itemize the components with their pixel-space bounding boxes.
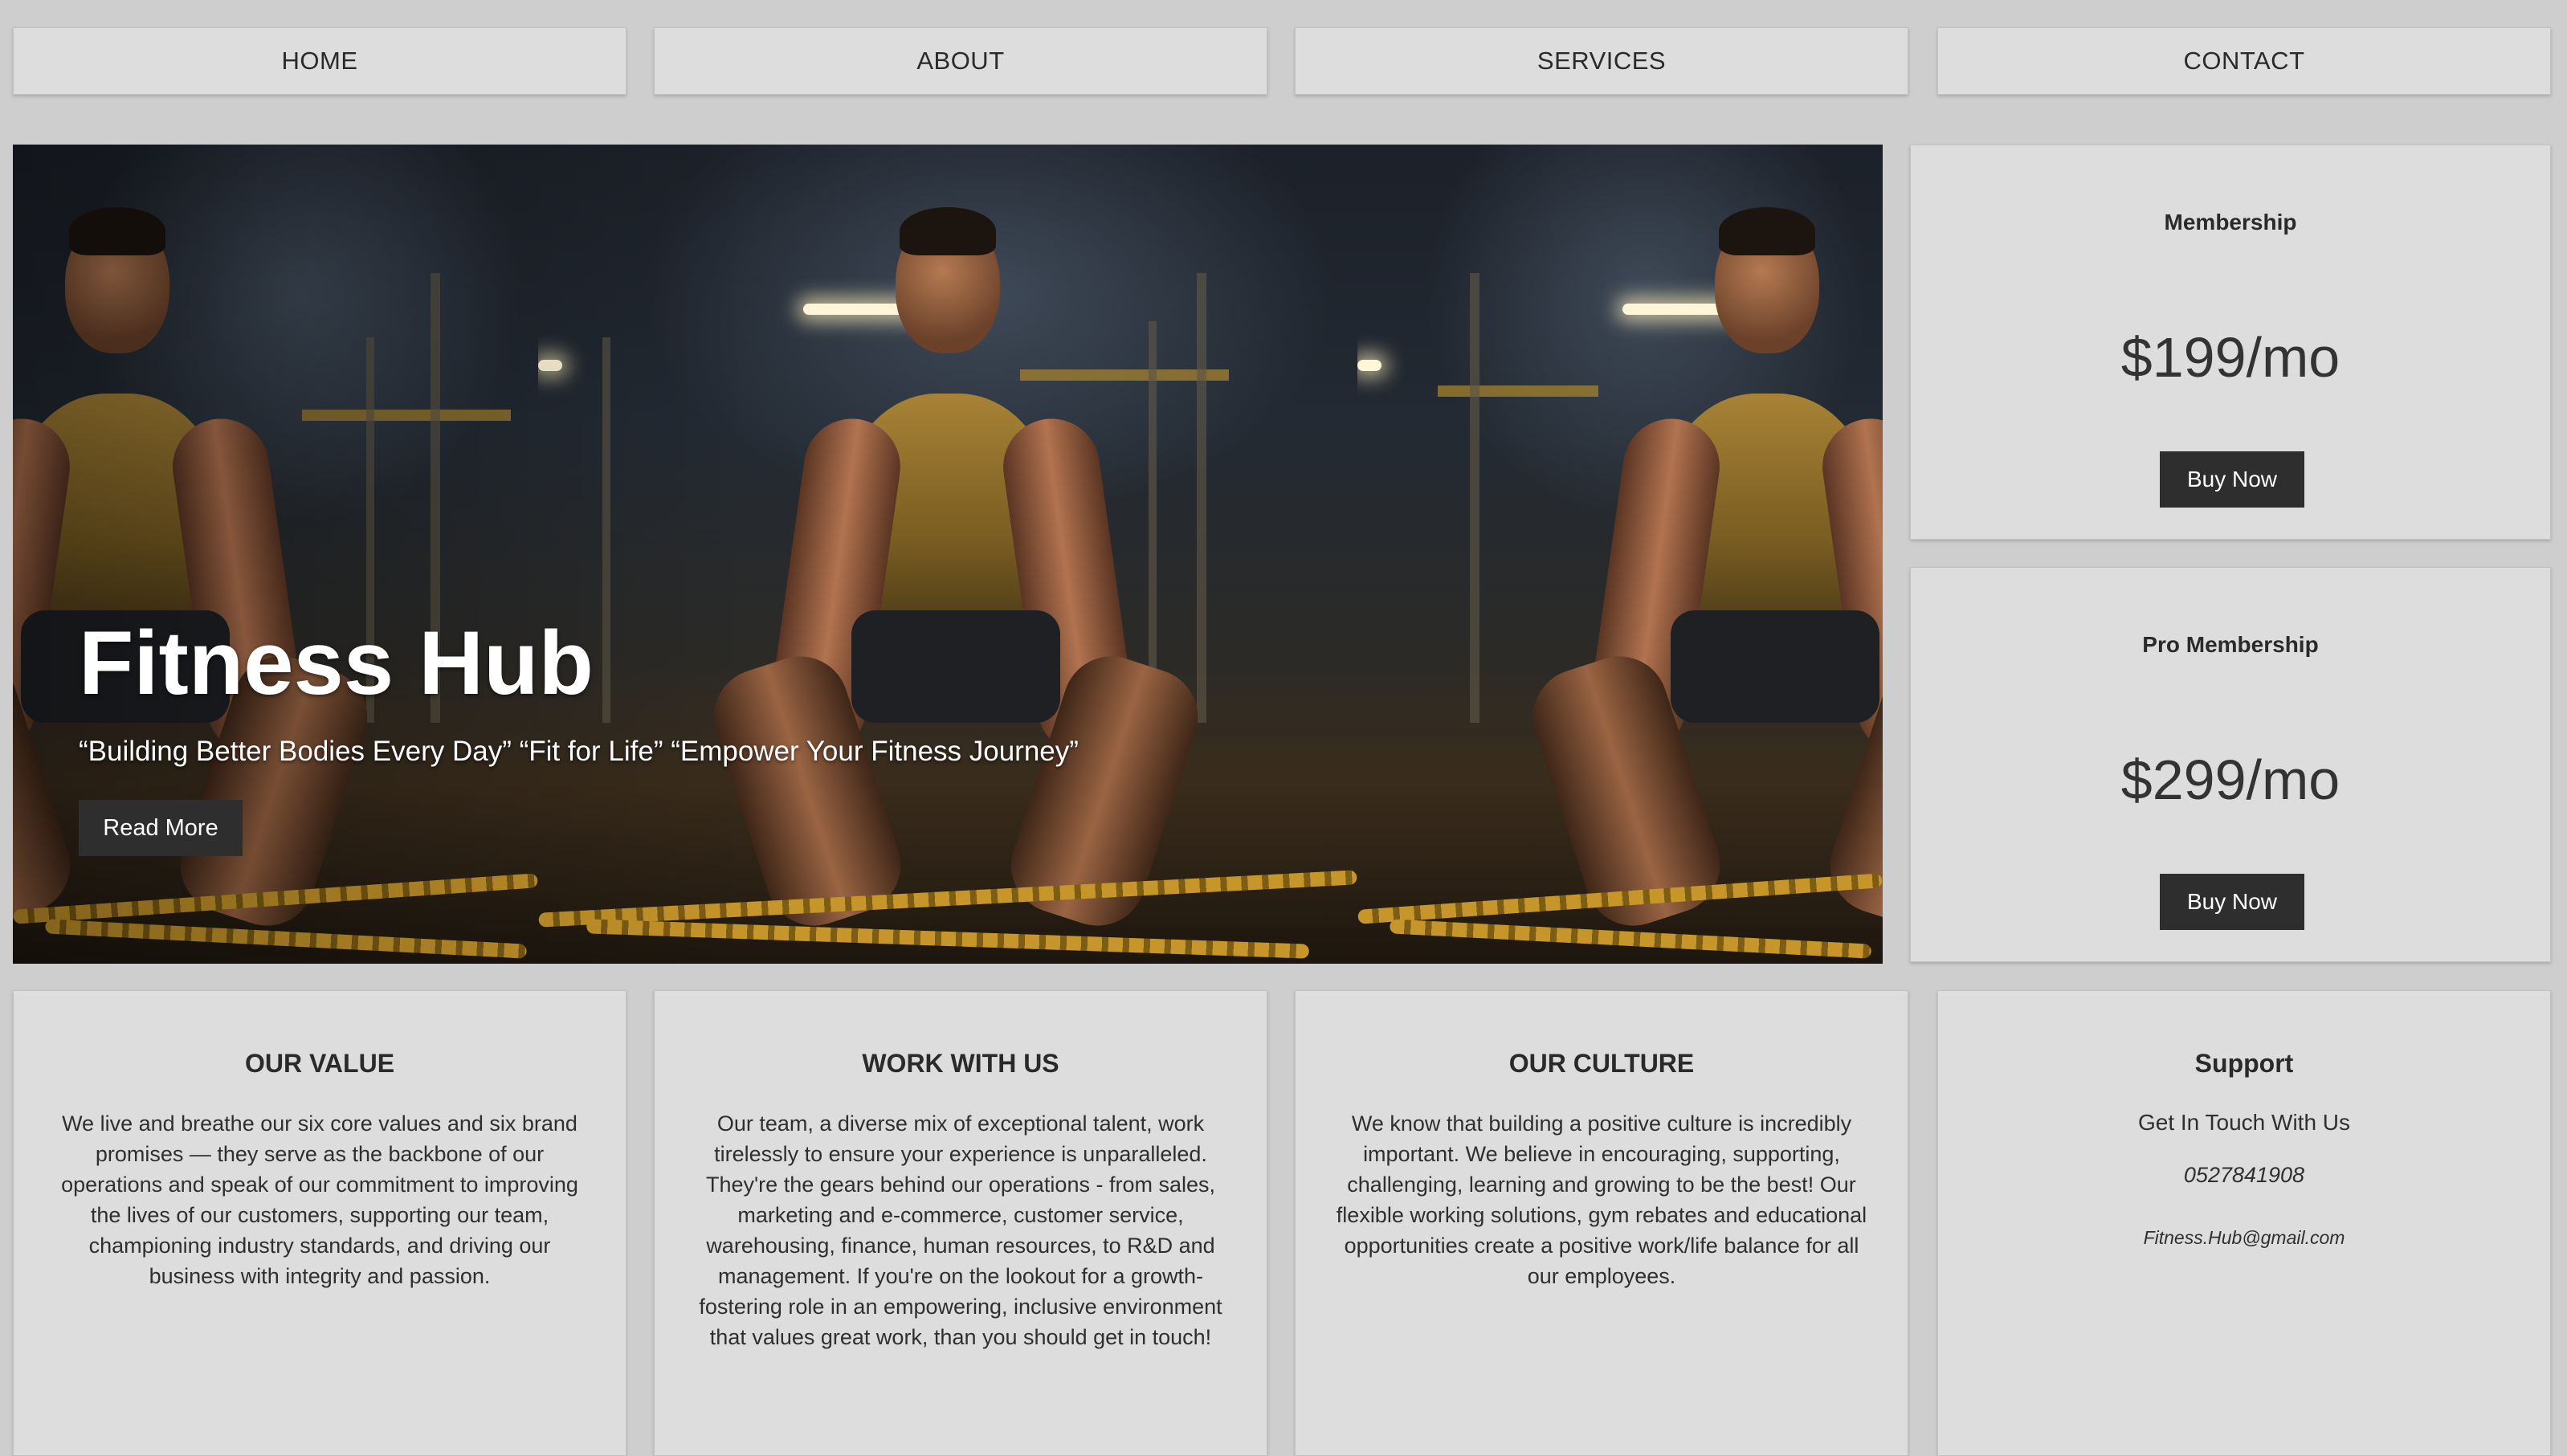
support-email: Fitness.Hub@gmail.com: [2143, 1227, 2345, 1248]
card-title: OUR CULTURE: [1508, 1049, 1695, 1078]
card-title: OUR VALUE: [244, 1049, 395, 1078]
card-our-value: OUR VALUE We live and breathe our six co…: [13, 990, 626, 1456]
plan-price: $199/mo: [2120, 326, 2340, 389]
support-title: Support: [2194, 1049, 2294, 1078]
main-nav: HOME ABOUT SERVICES CONTACT: [13, 27, 2551, 96]
nav-home[interactable]: HOME: [13, 27, 626, 95]
hero-banner: Fitness Hub “Building Better Bodies Ever…: [13, 145, 1883, 964]
pricing-card-pro-membership: Pro Membership $299/mo Buy Now: [1910, 567, 2551, 962]
card-title: WORK WITH US: [862, 1049, 1059, 1078]
card-body: We know that building a positive culture…: [1336, 1111, 1867, 1288]
nav-about[interactable]: ABOUT: [654, 27, 1267, 95]
nav-services[interactable]: SERVICES: [1295, 27, 1908, 95]
card-support: Support Get In Touch With Us 0527841908 …: [1937, 990, 2551, 1456]
card-work-with-us: WORK WITH US Our team, a diverse mix of …: [654, 990, 1267, 1456]
nav-contact[interactable]: CONTACT: [1937, 27, 2551, 95]
support-subtitle: Get In Touch With Us: [2137, 1110, 2351, 1135]
hero-tagline: “Building Better Bodies Every Day” “Fit …: [79, 736, 1079, 767]
buy-now-button[interactable]: Buy Now: [2160, 451, 2304, 508]
read-more-button[interactable]: Read More: [79, 800, 243, 856]
card-our-culture: OUR CULTURE We know that building a posi…: [1295, 990, 1908, 1456]
pricing-card-membership: Membership $199/mo Buy Now: [1910, 145, 2551, 540]
plan-name: Membership: [2164, 210, 2297, 235]
plan-price: $299/mo: [2120, 748, 2340, 811]
hero-title: Fitness Hub: [79, 613, 594, 713]
card-body: Our team, a diverse mix of exceptional t…: [699, 1111, 1222, 1349]
card-body: We live and breathe our six core values …: [61, 1111, 578, 1288]
buy-now-button[interactable]: Buy Now: [2160, 874, 2304, 930]
plan-name: Pro Membership: [2142, 632, 2319, 657]
support-phone: 0527841908: [2183, 1163, 2305, 1187]
